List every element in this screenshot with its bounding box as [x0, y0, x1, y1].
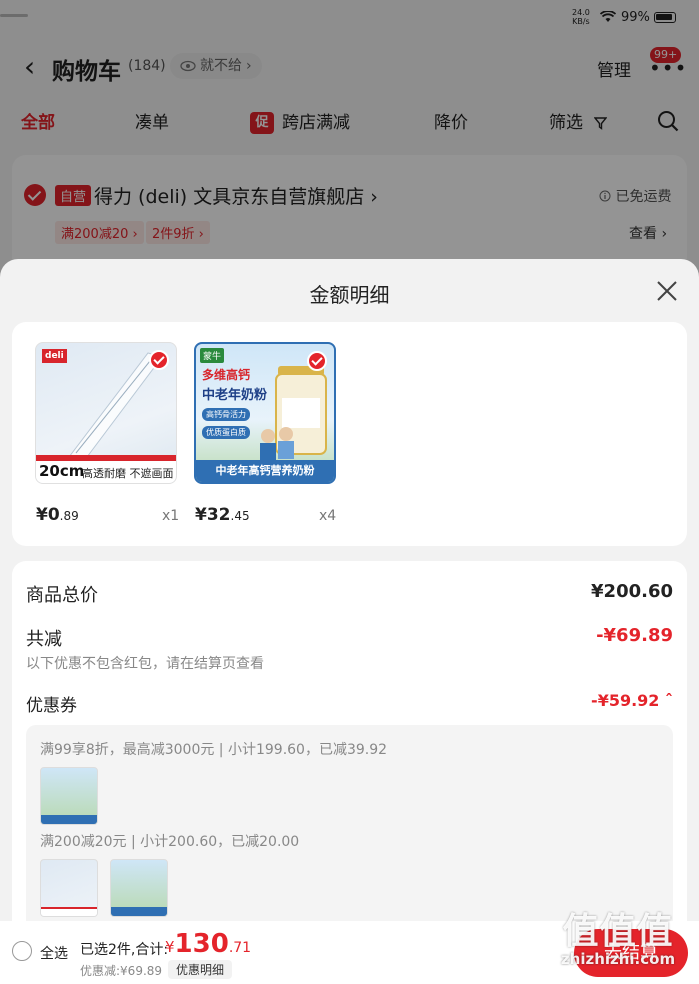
select-all-radio[interactable] — [12, 941, 32, 961]
select-all-label[interactable]: 全选 — [40, 943, 68, 963]
selected-summary: 已选2件,合计: — [80, 942, 169, 958]
thumb-banner — [41, 815, 97, 824]
total-dec: .71 — [228, 940, 252, 956]
thumb-banner — [41, 907, 97, 916]
reduce-value: -¥69.89 — [596, 625, 673, 646]
item-price-int: ¥32 — [195, 505, 231, 525]
amount-detail-sheet: 金额明细 deli 20cm 高透耐磨 不遮画面 蒙牛 多维高钙 中老年奶粉 高… — [0, 259, 699, 984]
item-quantity: x1 — [162, 508, 180, 524]
total-label: 商品总价 — [26, 585, 98, 606]
reduce-note: 以下优惠不包含红包，请在结算页查看 — [26, 656, 264, 672]
coupon-line: 满200减20元 | 小计200.60，已减20.00 — [40, 834, 300, 850]
item-checkbox[interactable] — [149, 350, 169, 370]
item-price: ¥32.45 — [195, 505, 250, 525]
item-quantity: x4 — [319, 508, 337, 524]
discount-detail-button[interactable]: 优惠明细 — [168, 960, 233, 979]
discount-summary: 优惠减:¥69.89 — [80, 964, 163, 978]
coupon-toggle[interactable]: -¥59.92 ˆ — [591, 691, 673, 710]
ruler-caption: 20cm 高透耐磨 不遮画面 — [36, 461, 176, 483]
thumb-banner — [111, 907, 167, 916]
coupon-product-thumb — [40, 859, 98, 917]
item-price-dec: .45 — [230, 509, 250, 523]
item-price-int: ¥0 — [36, 505, 60, 525]
total-amount: ¥130.71 — [165, 929, 251, 959]
ruler-caption-text: 高透耐磨 不遮画面 — [82, 467, 174, 480]
item-checkbox[interactable] — [307, 351, 327, 371]
product-banner: 中老年高钙营养奶粉 — [196, 460, 334, 482]
total-currency: ¥ — [165, 938, 175, 956]
reduce-label: 共减 — [26, 629, 62, 650]
close-icon[interactable] — [655, 279, 679, 303]
ruler-size-label: 20cm — [39, 462, 85, 480]
ruler-red-band — [36, 455, 176, 461]
total-value: ¥200.60 — [591, 581, 673, 602]
item-price: ¥0.89 — [36, 505, 79, 525]
coupon-product-thumb — [110, 859, 168, 917]
product-image-ruler[interactable]: deli 20cm 高透耐磨 不遮画面 — [35, 342, 177, 484]
sheet-title: 金额明细 — [309, 283, 390, 307]
checkout-button[interactable]: 去结算 — [574, 929, 688, 977]
selected-items-card: deli 20cm 高透耐磨 不遮画面 蒙牛 多维高钙 中老年奶粉 高钙骨活力 … — [12, 322, 687, 546]
item-price-dec: .89 — [59, 509, 79, 523]
total-int: 130 — [174, 929, 229, 959]
coupon-label: 优惠券 — [26, 696, 77, 716]
checkout-bar: 全选 已选2件,合计: ¥130.71 优惠减:¥69.89 优惠明细 去结算 — [0, 921, 699, 984]
coupon-line: 满99享8折，最高减3000元 | 小计199.60，已减39.92 — [40, 742, 388, 758]
product-image-milk-powder[interactable]: 蒙牛 多维高钙 中老年奶粉 高钙骨活力 优质蛋白质 中老年高钙营养奶粉 — [194, 342, 336, 484]
coupon-product-thumb — [40, 767, 98, 825]
